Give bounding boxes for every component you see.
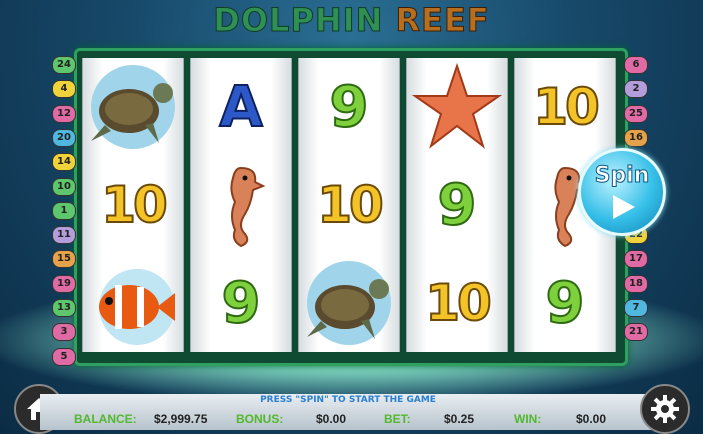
reel-1: 10	[82, 58, 184, 352]
payline-indicator-19[interactable]: 19	[52, 274, 76, 293]
nine-symbol: 9	[545, 270, 586, 337]
bet-label: BET:	[384, 412, 411, 426]
payline-indicator-6[interactable]: 6	[624, 56, 648, 74]
bonus-label: BONUS:	[236, 412, 284, 426]
payline-indicator-17[interactable]: 17	[624, 250, 648, 269]
payline-indicator-4[interactable]: 4	[52, 80, 76, 99]
ten-symbol: 10	[424, 273, 493, 333]
balance-value: $2,999.75	[154, 412, 208, 426]
ten-symbol: 10	[532, 77, 601, 137]
payline-indicator-24[interactable]: 24	[52, 56, 76, 74]
ace-symbol: A	[218, 74, 263, 141]
gear-icon	[651, 395, 679, 423]
win-value: $0.00	[576, 412, 607, 426]
payline-indicator-3[interactable]: 3	[52, 323, 76, 342]
nine-symbol: 9	[329, 74, 370, 141]
nine-symbol: 9	[221, 270, 262, 337]
payline-indicator-2[interactable]: 2	[624, 80, 648, 99]
title-dolphin: DOLPHIN	[213, 1, 384, 40]
win-label: WIN:	[514, 412, 542, 426]
ten-symbol: 10	[316, 175, 385, 235]
payline-indicator-21[interactable]: 21	[624, 323, 648, 342]
payline-indicator-14[interactable]: 14	[52, 153, 76, 172]
payline-indicator-16[interactable]: 16	[624, 128, 648, 147]
payline-indicator-20[interactable]: 20	[52, 128, 76, 147]
payline-indicator-13[interactable]: 13	[52, 299, 76, 317]
bonus-value: $0.00	[316, 412, 347, 426]
reel-4: 9 10	[406, 58, 508, 352]
ten-symbol: 10	[100, 175, 169, 235]
payline-indicator-25[interactable]: 25	[624, 104, 648, 123]
nine-symbol: 9	[437, 172, 478, 239]
spin-button[interactable]: Spin	[578, 148, 666, 236]
bet-value: $0.25	[444, 412, 475, 426]
payline-indicator-7[interactable]: 7	[624, 299, 648, 317]
reel-2: A 9	[190, 58, 292, 352]
settings-button[interactable]	[640, 384, 690, 434]
seahorse-symbol	[191, 156, 291, 254]
game-title: DOLPHIN REEF	[0, 0, 703, 42]
payline-indicator-12[interactable]: 12	[52, 104, 76, 123]
payline-indicator-18[interactable]: 18	[624, 274, 648, 293]
payline-indicator-11[interactable]: 11	[52, 226, 76, 245]
turtle-symbol	[83, 58, 183, 156]
status-bar: PRESS "SPIN" TO START THE GAME BALANCE: …	[40, 394, 656, 430]
payline-indicator-10[interactable]: 10	[52, 177, 76, 196]
spin-label: Spin	[594, 163, 650, 189]
payline-indicator-5[interactable]: 5	[52, 347, 76, 366]
turtle-symbol	[299, 254, 399, 352]
starfish-symbol	[407, 58, 507, 156]
balance-label: BALANCE:	[74, 412, 137, 426]
clownfish-symbol	[83, 254, 183, 352]
payline-indicator-1[interactable]: 1	[52, 201, 76, 220]
play-arrow-icon	[613, 195, 635, 219]
status-message: PRESS "SPIN" TO START THE GAME	[260, 395, 436, 405]
payline-indicator-15[interactable]: 15	[52, 250, 76, 269]
reel-3: 9 10	[298, 58, 400, 352]
title-reef: REEF	[395, 1, 490, 40]
